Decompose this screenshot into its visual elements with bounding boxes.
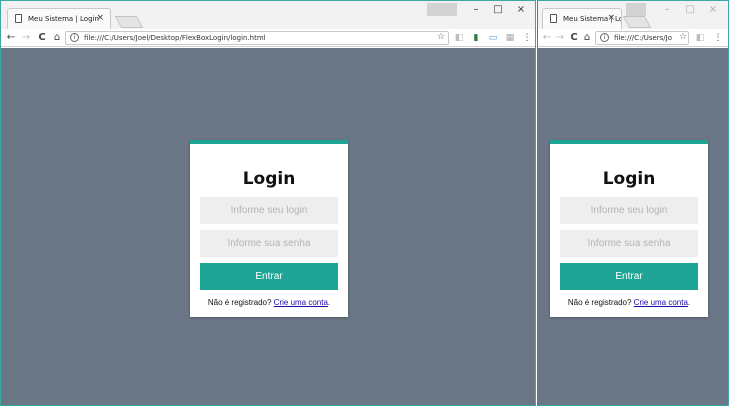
page-viewport: Login Informe seu login Informe sua senh… [1, 48, 535, 405]
browser-tab[interactable]: Meu Sistema | Login × [7, 8, 111, 29]
home-icon[interactable]: ⌂ [51, 31, 63, 45]
maximize-icon[interactable]: □ [487, 1, 509, 19]
login-card: Login Informe seu login Informe sua senh… [190, 140, 348, 317]
forward-icon[interactable]: → [554, 31, 566, 45]
document-icon [550, 14, 557, 23]
browser-toolbar: ← → C ⌂ i file:///C:/Users/Jo ☆ ◧ ⋮ [538, 29, 728, 47]
back-icon[interactable]: ← [5, 31, 17, 45]
address-bar[interactable]: i file:///C:/Users/Jo [595, 31, 689, 45]
maximize-icon[interactable]: □ [679, 1, 701, 19]
bookmark-star-icon[interactable]: ☆ [435, 31, 447, 43]
login-title: Login [602, 169, 656, 189]
tab-title: Meu Sistema | Login [28, 15, 99, 23]
password-input[interactable]: Informe sua senha [200, 230, 338, 257]
new-tab-button[interactable] [622, 16, 652, 28]
info-icon[interactable]: i [70, 33, 79, 42]
reload-icon[interactable]: C [568, 31, 580, 45]
login-input[interactable]: Informe seu login [560, 197, 698, 224]
submit-button[interactable]: Entrar [560, 263, 698, 290]
browser-toolbar: ← → C ⌂ i file:///C:/Users/Joel/Desktop/… [1, 29, 535, 47]
forward-icon[interactable]: → [20, 31, 32, 45]
back-icon[interactable]: ← [541, 31, 553, 45]
tab-close-icon[interactable]: × [607, 13, 615, 23]
profile-badge[interactable] [427, 3, 457, 16]
minimize-icon[interactable]: – [465, 1, 487, 19]
document-icon [15, 14, 22, 23]
profile-badge[interactable] [626, 3, 646, 16]
login-title: Login [242, 169, 296, 189]
signup-prompt: Não é registrado? [567, 298, 632, 307]
url-text: file:///C:/Users/Joel/Desktop/FlexBoxLog… [84, 34, 266, 42]
close-icon[interactable]: × [702, 1, 724, 19]
bookmark-star-icon[interactable]: ☆ [677, 31, 689, 43]
password-input[interactable]: Informe sua senha [560, 230, 698, 257]
tab-close-icon[interactable]: × [96, 13, 104, 23]
home-icon[interactable]: ⌂ [581, 31, 593, 45]
signup-text: Não é registrado? Crie uma conta. [550, 298, 708, 307]
signup-link[interactable]: Crie uma conta [274, 298, 328, 307]
signup-suffix: . [687, 298, 691, 307]
title-bar: Meu Sistema | Lo × – □ × [538, 1, 728, 29]
login-card: Login Informe seu login Informe sua senh… [550, 140, 708, 317]
signup-link[interactable]: Crie uma conta [634, 298, 688, 307]
signup-suffix: . [327, 298, 331, 307]
signup-text: Não é registrado? Crie uma conta. [190, 298, 348, 307]
address-bar[interactable]: i file:///C:/Users/Joel/Desktop/FlexBoxL… [65, 31, 449, 45]
browser-window-left: Meu Sistema | Login × – □ × ← → C ⌂ i fi… [0, 0, 536, 406]
extension-icon[interactable]: ◧ [694, 32, 706, 44]
info-icon[interactable]: i [600, 33, 609, 42]
menu-icon[interactable]: ⋮ [712, 32, 724, 44]
url-text: file:///C:/Users/Jo [614, 34, 673, 42]
page-viewport: Login Informe seu login Informe sua senh… [538, 48, 728, 405]
menu-icon[interactable]: ⋮ [521, 32, 533, 44]
extension-icon[interactable]: ◧ [453, 32, 465, 44]
submit-button[interactable]: Entrar [200, 263, 338, 290]
browser-tab[interactable]: Meu Sistema | Lo × [542, 8, 622, 29]
extension-icon[interactable]: ▭ [487, 32, 499, 44]
title-bar: Meu Sistema | Login × – □ × [1, 1, 535, 29]
new-tab-button[interactable] [114, 16, 144, 28]
reload-icon[interactable]: C [36, 31, 48, 45]
browser-window-right: Meu Sistema | Lo × – □ × ← → C ⌂ i file:… [537, 0, 729, 406]
close-icon[interactable]: × [510, 1, 532, 19]
signup-prompt: Não é registrado? [207, 298, 272, 307]
extension-icon[interactable]: ▦ [504, 32, 516, 44]
login-input[interactable]: Informe seu login [200, 197, 338, 224]
minimize-icon[interactable]: – [656, 1, 678, 19]
extension-icon[interactable]: ▮ [470, 32, 482, 44]
